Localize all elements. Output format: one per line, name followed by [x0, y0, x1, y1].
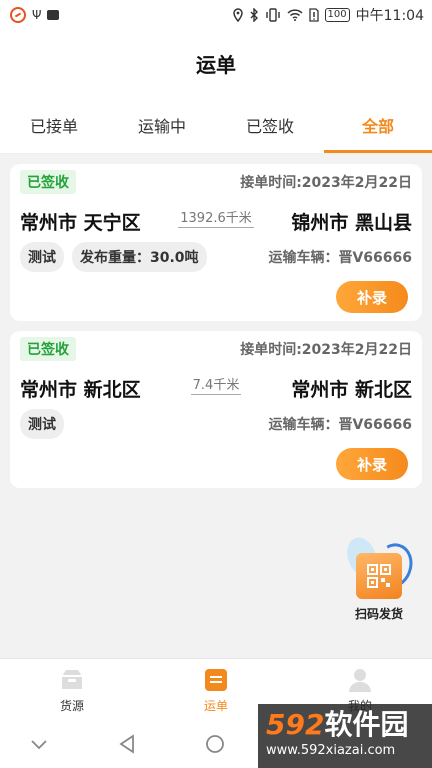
status-badge: 已签收	[20, 337, 76, 361]
watermark-url: www.592xiazai.com	[266, 743, 396, 758]
tab-accepted[interactable]: 已接单	[0, 96, 108, 153]
nav-label: 货源	[59, 699, 84, 713]
destination-city: 常州市 新北区	[291, 378, 412, 401]
qr-code-icon	[356, 553, 402, 599]
waybill-icon	[205, 669, 227, 691]
watermark: 592软件园 www.592xiazai.com	[258, 704, 432, 768]
route-distance: 1392.6千米	[178, 207, 254, 228]
status-badge: 已签收	[20, 170, 76, 194]
destination-city: 锦州市 黑山县	[291, 211, 412, 234]
sim-icon	[308, 8, 319, 22]
app-header: 运单	[0, 30, 432, 96]
tab-in-transit[interactable]: 运输中	[108, 96, 216, 153]
order-card[interactable]: 已签收 接单时间:2023年2月22日 常州市 天宁区 1392.6千米 锦州市…	[10, 164, 422, 321]
order-tags: 测试 发布重量：30.0吨	[20, 242, 207, 272]
wifi-icon	[287, 9, 303, 21]
accept-time: 接单时间:2023年2月22日	[240, 342, 412, 358]
usb-icon: Ψ	[32, 8, 42, 22]
route-distance: 7.4千米	[190, 374, 242, 395]
vehicle-plate: 运输车辆：晋V66666	[268, 250, 412, 266]
supplement-button[interactable]: 补录	[336, 281, 408, 313]
weight-chip: 发布重量：30.0吨	[72, 242, 207, 272]
tag-chip: 测试	[20, 409, 64, 439]
nav-label: 运单	[203, 699, 228, 713]
vibrate-icon	[265, 8, 280, 22]
back-icon[interactable]	[116, 733, 138, 755]
battery-icon: 100	[324, 8, 350, 22]
origin-city: 常州市 新北区	[20, 378, 141, 401]
watermark-number: 592	[266, 708, 325, 741]
tab-signed[interactable]: 已签收	[216, 96, 324, 153]
nav-cargo-source[interactable]: 货源	[0, 659, 144, 720]
chevron-down-icon[interactable]	[28, 733, 50, 755]
supplement-button[interactable]: 补录	[336, 448, 408, 480]
cargo-box-icon	[62, 670, 82, 689]
location-icon	[232, 8, 243, 22]
bluetooth-icon	[250, 8, 258, 22]
order-status-tabs: 已接单 运输中 已签收 全部	[0, 96, 432, 154]
person-icon	[349, 669, 371, 692]
tag-chip: 测试	[20, 242, 64, 272]
status-bar: Ψ 100 中午11:04	[0, 0, 432, 30]
scan-ship-label: 扫码发货	[354, 607, 403, 621]
status-time: 中午11:04	[355, 8, 424, 24]
scan-ship-button[interactable]: 扫码发货	[342, 533, 419, 623]
origin-city: 常州市 天宁区	[20, 211, 141, 234]
vehicle-plate: 运输车辆：晋V66666	[268, 417, 412, 433]
watermark-text: 软件园	[324, 708, 409, 741]
home-icon[interactable]	[204, 733, 226, 755]
order-card[interactable]: 已签收 接单时间:2023年2月22日 常州市 新北区 7.4千米 常州市 新北…	[10, 331, 422, 488]
app-notification-icon	[10, 7, 26, 23]
tab-all[interactable]: 全部	[324, 96, 432, 153]
page-title: 运单	[196, 52, 236, 77]
message-icon	[47, 10, 60, 20]
order-tags: 测试	[20, 409, 64, 439]
accept-time: 接单时间:2023年2月22日	[240, 175, 412, 191]
